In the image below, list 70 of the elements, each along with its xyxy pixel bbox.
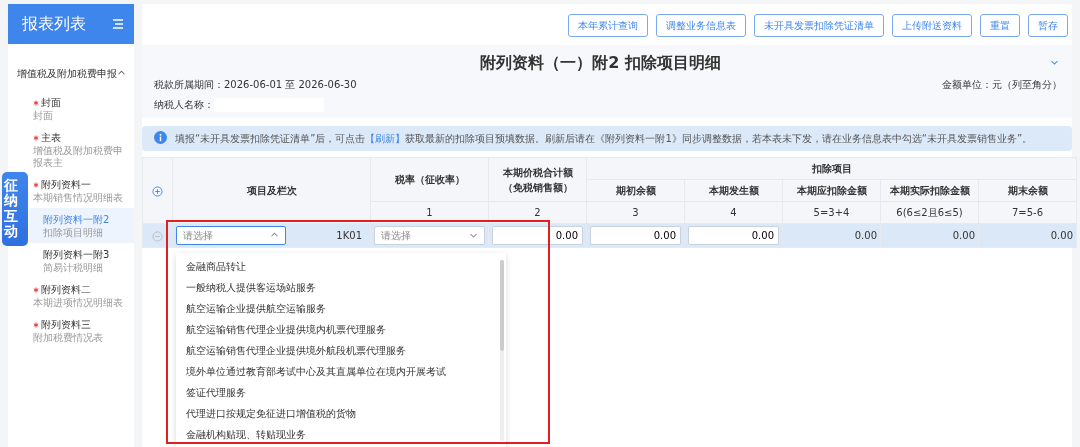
sidebar-item[interactable]: 附列资料三 附加税费情况表 xyxy=(29,313,134,348)
toolbar-button[interactable]: 本年累计查询 xyxy=(568,14,648,37)
column-header: 期末余额 xyxy=(978,179,1077,202)
column-number: 3 xyxy=(586,201,685,224)
toolbar-button[interactable]: 上传附送资料 xyxy=(892,14,972,37)
dropdown-option[interactable]: 金融机构贴现、转贴现业务 xyxy=(176,424,498,446)
dropdown-option[interactable]: 航空运输销售代理企业提供境内机票代理服务 xyxy=(176,319,498,341)
sidebar-item[interactable]: 封面 封面 xyxy=(29,91,134,126)
amount-input[interactable]: 0.00 xyxy=(688,226,779,246)
dropdown-option[interactable]: 签证代理服务 xyxy=(176,382,498,404)
column-number: 5=3+4 xyxy=(782,201,881,224)
column-number: 4 xyxy=(684,201,783,224)
dropdown-option[interactable]: 境外单位通过教育部考试中心及其直属单位在境内开展考试 xyxy=(176,361,498,383)
toolbar-button[interactable]: 暂存 xyxy=(1028,14,1068,37)
required-asterisk-icon xyxy=(33,181,39,188)
interaction-tab[interactable]: 征纳互动 xyxy=(2,172,28,246)
required-asterisk-icon xyxy=(33,99,39,106)
expand-all-button[interactable] xyxy=(152,183,163,199)
menu-button[interactable] xyxy=(112,18,124,30)
amount-value: 0.00 xyxy=(1050,230,1073,242)
chevron-down-icon xyxy=(469,231,478,241)
column-number: 6(6≤2且6≤5) xyxy=(880,201,979,224)
dropdown-option[interactable]: 航空运输销售代理企业提供境外航段机票代理服务 xyxy=(176,340,498,362)
info-icon xyxy=(154,131,167,145)
sidebar-group-header[interactable]: 增值税及附加税费申报 xyxy=(8,44,134,91)
rate-select[interactable]: 请选择 xyxy=(374,226,485,246)
sidebar-title: 报表列表 xyxy=(22,13,86,35)
tax-period: 税款所属期间：2026-06-01 至 2026-06-30 xyxy=(154,78,357,93)
toolbar-button[interactable]: 未开具发票扣除凭证清单 xyxy=(754,14,884,37)
column-header: 本期价税合计额（免税销售额） xyxy=(488,157,587,202)
required-asterisk-icon xyxy=(33,134,39,141)
scrollbar-thumb[interactable] xyxy=(500,260,504,351)
column-header: 本期应扣除金额 xyxy=(782,179,881,202)
column-number: 2 xyxy=(488,201,587,224)
column-header: 税率（征收率） xyxy=(370,157,489,202)
column-header: 期初余额 xyxy=(586,179,685,202)
taxpayer-label: 纳税人名称： xyxy=(154,98,214,113)
sidebar-group-label: 增值税及附加税费申报 xyxy=(17,67,117,81)
circle-minus-icon xyxy=(152,230,163,242)
required-asterisk-icon xyxy=(33,286,39,293)
dropdown-option[interactable]: 航空运输企业提供航空运输服务 xyxy=(176,298,498,320)
amount-input[interactable]: 0.00 xyxy=(492,226,583,246)
column-header: 本期实际扣除金额 xyxy=(880,179,979,202)
notice-text: 填报“未开具发票扣除凭证清单”后，可点击【刷新】获取最新的扣除项目预填数据。刷新后请在《附列资料一附1》同步调整数据，若本表未下发，请在业务信息表中勾选“未开具发票销售业务”。 xyxy=(175,132,1033,147)
remove-row-button[interactable] xyxy=(152,228,163,244)
sidebar-item[interactable]: 附列资料二 本期进项情况明细表 xyxy=(29,278,134,313)
dropdown-option[interactable]: 代理进口按规定免征进口增值税的货物 xyxy=(176,403,498,425)
sidebar-item[interactable]: 主表 增值税及附加税费申报表主 xyxy=(29,126,134,173)
amount-value: 0.00 xyxy=(952,230,975,242)
scrollbar-track[interactable] xyxy=(500,260,504,442)
column-group-header: 扣除项目 xyxy=(586,157,1077,180)
toolbar-button[interactable]: 重置 xyxy=(980,14,1020,37)
dropdown-option[interactable]: 一般纳税人提供客运场站服务 xyxy=(176,277,498,299)
page-title: 附列资料（一）附2 扣除项目明细 xyxy=(480,53,721,73)
sidebar-item[interactable]: 附列资料一 本期销售情况明细表 xyxy=(29,173,134,208)
toolbar-button[interactable]: 调整业务信息表 xyxy=(656,14,746,37)
amount-value: 0.00 xyxy=(854,230,877,242)
required-asterisk-icon xyxy=(33,321,39,328)
amount-input[interactable]: 0.00 xyxy=(590,226,681,246)
column-number: 7=5-6 xyxy=(978,201,1077,224)
column-number: 1 xyxy=(370,201,489,224)
menu-icon xyxy=(112,18,124,30)
row-code: 1K01 xyxy=(336,229,362,244)
dropdown-option[interactable]: 金融商品转让 xyxy=(176,256,498,278)
column-header: 项目及栏次 xyxy=(172,157,371,224)
amount-unit: 金额单位：元（列至角分） xyxy=(942,78,1062,93)
circle-plus-icon xyxy=(152,185,163,197)
item-select[interactable]: 请选择 xyxy=(176,226,286,246)
column-header: 本期发生额 xyxy=(684,179,783,202)
sidebar-item[interactable]: 附列资料一附3 简易计税明细 xyxy=(29,243,134,278)
